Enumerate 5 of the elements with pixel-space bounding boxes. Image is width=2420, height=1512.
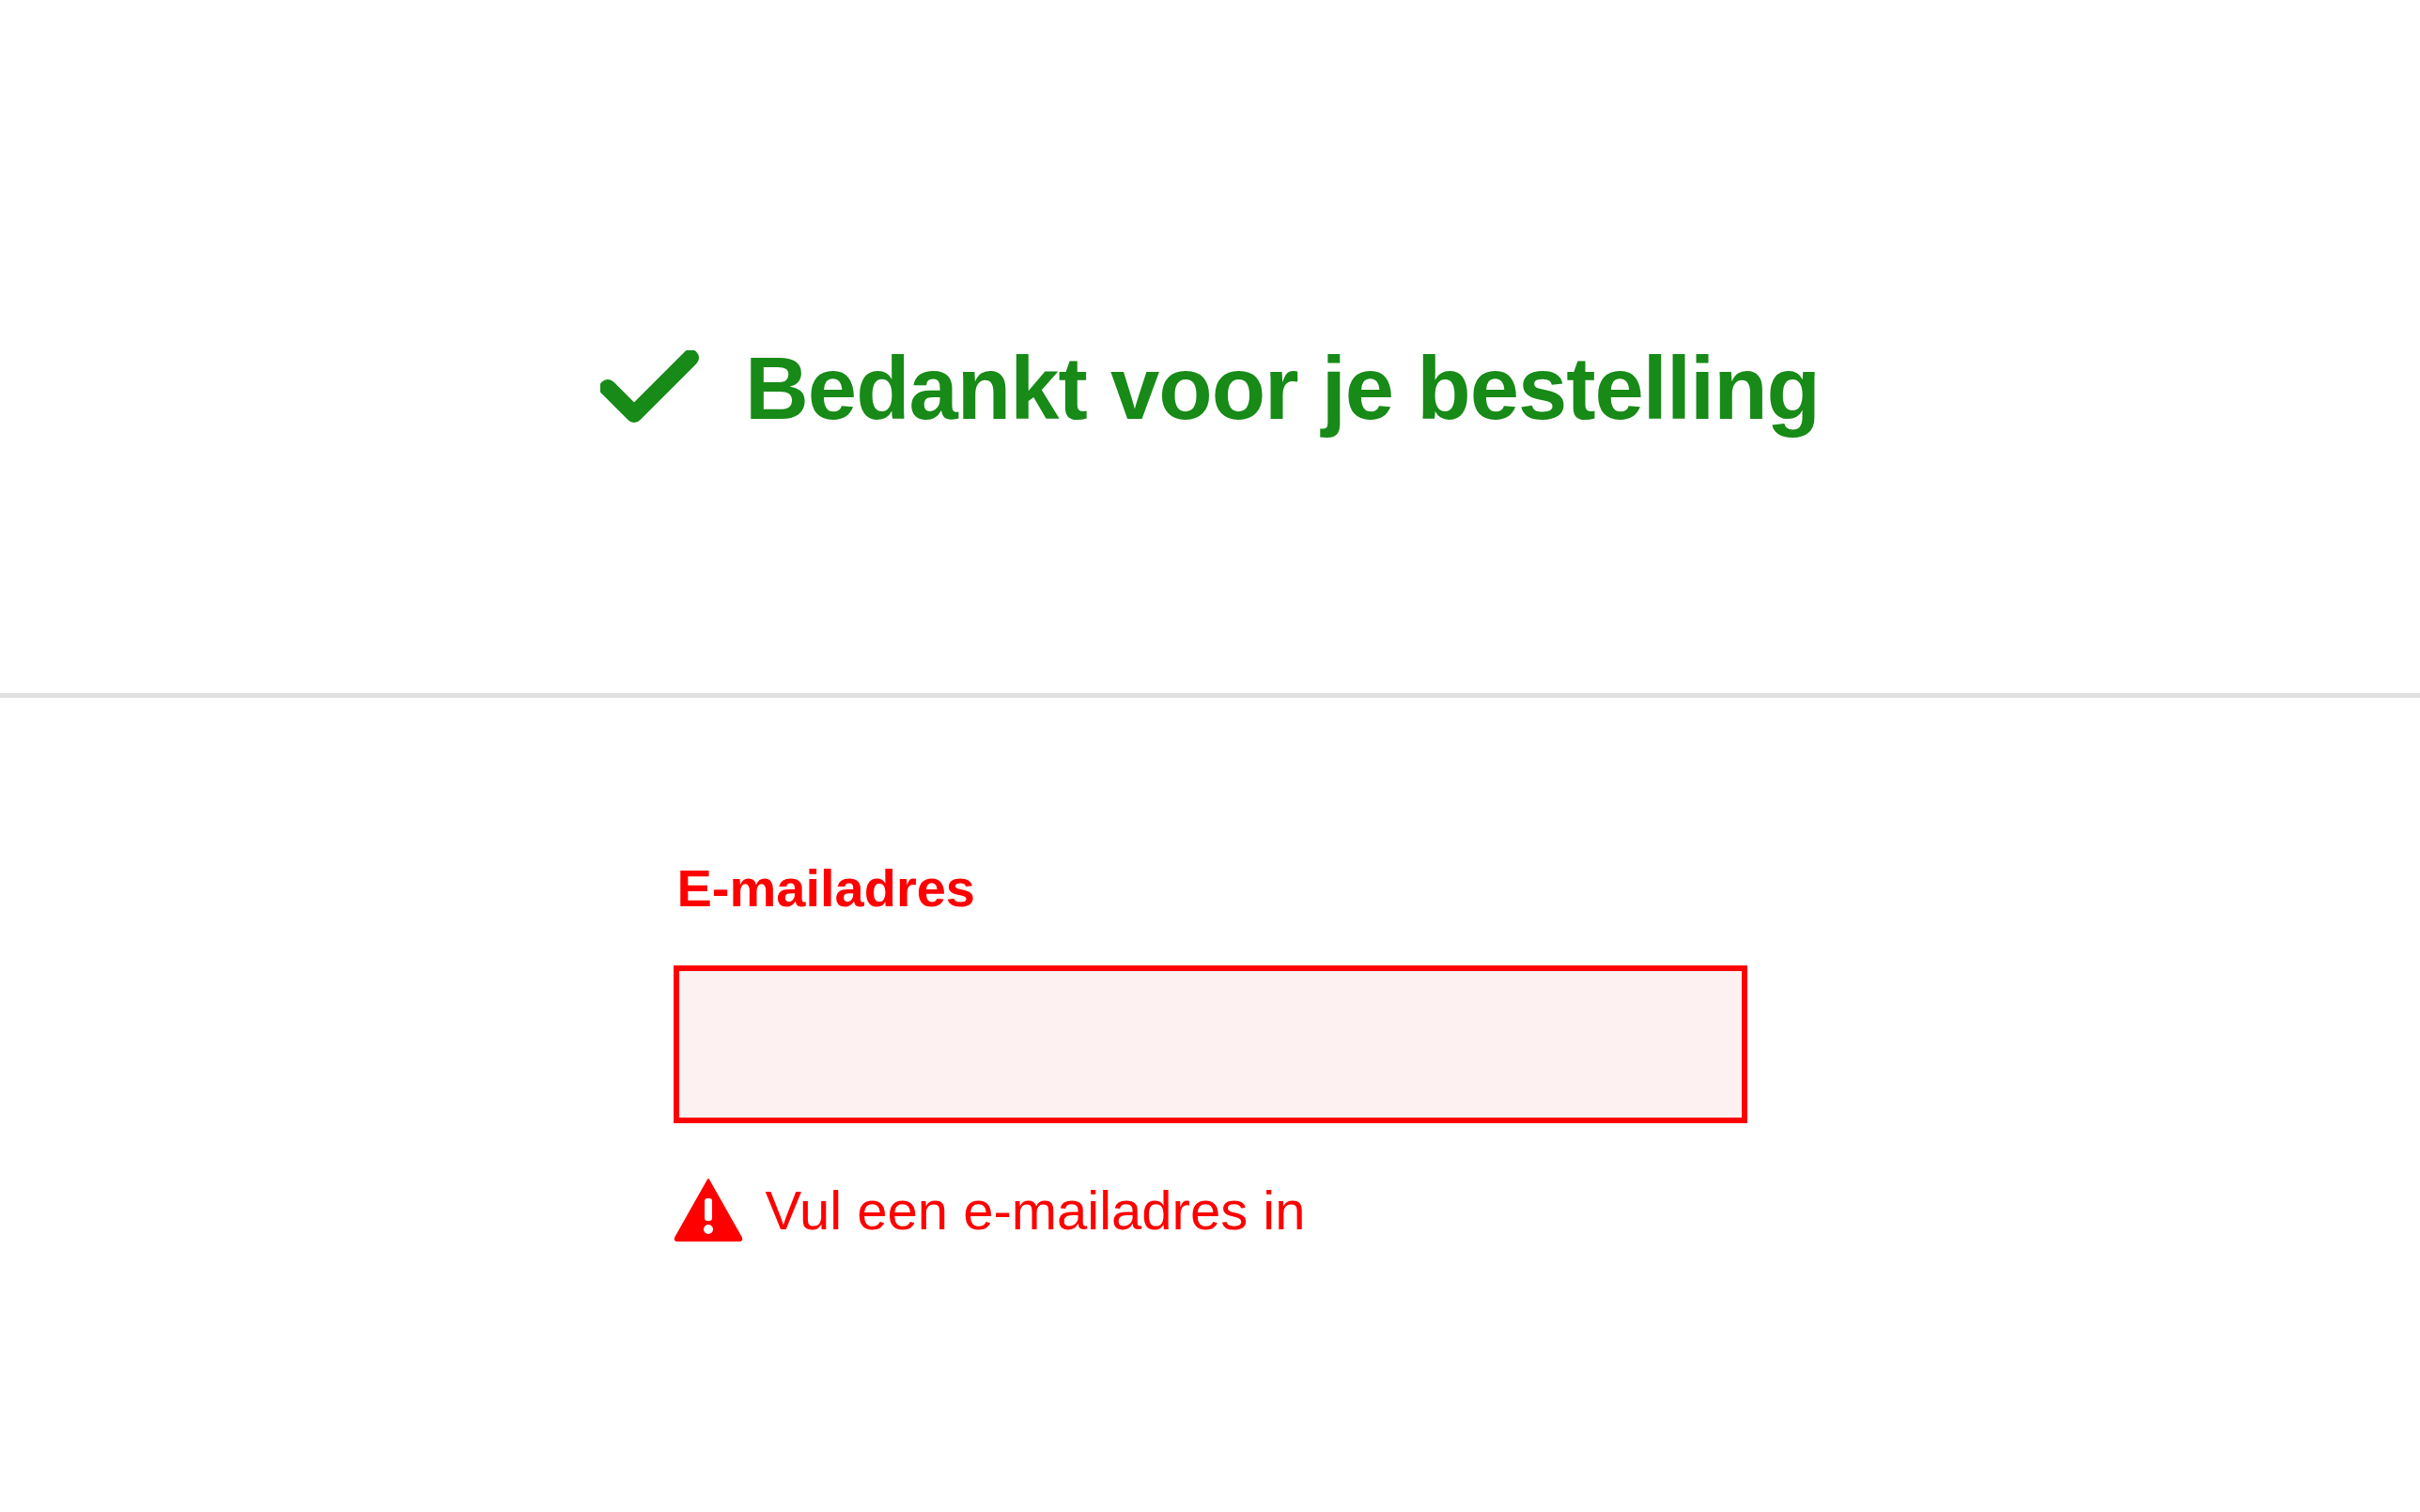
email-label: E-mailadres <box>676 857 975 918</box>
confirmation-heading: Bedankt voor je bestelling <box>744 338 1820 440</box>
error-message: Vul een e-mailadres in <box>765 1178 1306 1242</box>
warning-icon <box>673 1178 743 1242</box>
email-input-field[interactable] <box>673 965 1747 1123</box>
